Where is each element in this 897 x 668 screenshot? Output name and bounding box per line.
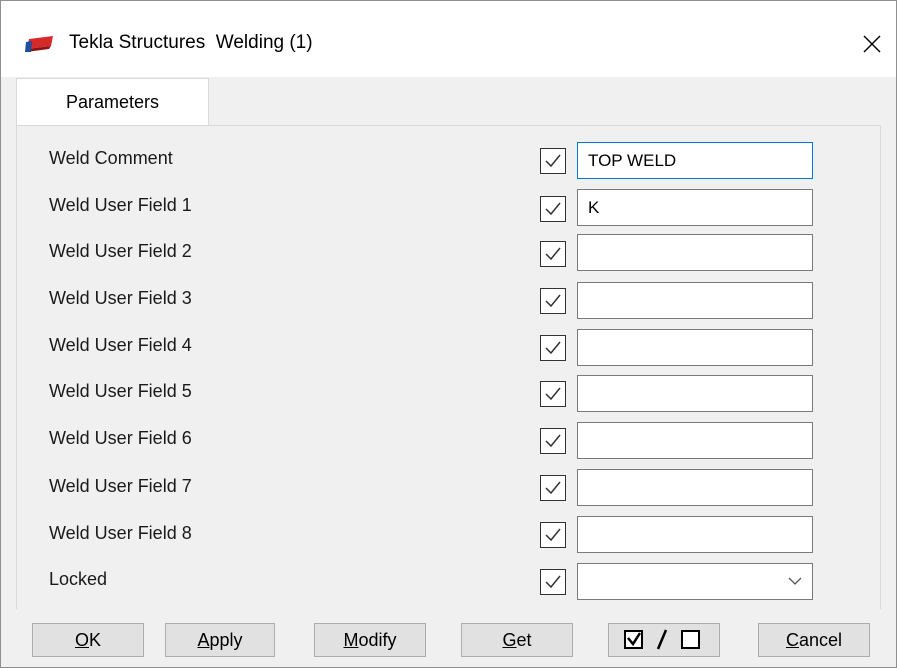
modify-mnemonic: M <box>343 629 359 650</box>
tab-label: Parameters <box>65 92 160 112</box>
close-icon <box>863 35 881 53</box>
locked-label: Locked <box>49 569 108 589</box>
checkmark-icon <box>545 247 561 261</box>
ok-mnemonic: O <box>74 629 89 650</box>
get-button[interactable]: Get <box>461 623 573 657</box>
cancel-mnemonic: C <box>785 629 799 650</box>
apply-button[interactable]: Apply <box>165 623 275 657</box>
weld-user-field-7-checkbox[interactable] <box>540 475 566 501</box>
weld-comment-label: Weld Comment <box>49 148 173 168</box>
weld-user-field-2-checkbox[interactable] <box>540 241 566 267</box>
weld-user-field-1-checkbox[interactable] <box>540 196 566 222</box>
ok-button[interactable]: OK <box>32 623 144 657</box>
checkmark-icon <box>545 387 561 401</box>
check-all-toggle-icon <box>624 629 700 650</box>
button-row: OK Apply Modify Get Cancel <box>1 609 896 667</box>
weld-user-field-2-label: Weld User Field 2 <box>49 241 192 261</box>
weld-user-field-1-input[interactable]: K <box>577 189 813 226</box>
tab-strip: Parameters <box>1 77 896 126</box>
tab-parameters[interactable]: Parameters <box>16 78 209 126</box>
weld-user-field-5-label: Weld User Field 5 <box>49 381 192 401</box>
weld-user-field-8-label: Weld User Field 8 <box>49 523 192 543</box>
modify-button[interactable]: Modify <box>314 623 426 657</box>
weld-user-field-3-checkbox[interactable] <box>540 288 566 314</box>
weld-user-field-4-input[interactable] <box>577 329 813 366</box>
checkmark-icon <box>545 341 561 355</box>
window-title: Tekla Structures Welding (1) <box>69 32 313 53</box>
weld-user-field-1-label: Weld User Field 1 <box>49 195 192 215</box>
cancel-label-rest: ancel <box>798 629 843 650</box>
weld-user-field-8-checkbox[interactable] <box>540 522 566 548</box>
weld-user-field-3-input[interactable] <box>577 282 813 319</box>
check-all-toggle-button[interactable] <box>608 623 720 657</box>
checkmark-icon <box>545 481 561 495</box>
welding-dialog: Tekla Structures Welding (1) Parameters … <box>0 0 897 668</box>
weld-user-field-3-label: Weld User Field 3 <box>49 288 192 308</box>
weld-user-field-6-checkbox[interactable] <box>540 428 566 454</box>
chevron-down-icon <box>788 577 802 585</box>
apply-label-rest: pply <box>209 629 243 650</box>
modify-label-rest: odify <box>358 629 397 650</box>
ok-label-rest: K <box>89 629 102 650</box>
weld-user-field-4-label: Weld User Field 4 <box>49 335 192 355</box>
get-mnemonic: G <box>502 629 517 650</box>
checkmark-icon <box>545 294 561 308</box>
weld-user-field-8-input[interactable] <box>577 516 813 553</box>
checkmark-icon <box>545 154 561 168</box>
locked-checkbox[interactable] <box>540 569 566 595</box>
locked-select[interactable] <box>577 563 813 600</box>
close-button[interactable] <box>849 21 895 67</box>
checkmark-icon <box>545 434 561 448</box>
weld-user-field-6-label: Weld User Field 6 <box>49 428 192 448</box>
checkmark-icon <box>545 575 561 589</box>
get-label-rest: et <box>516 629 532 650</box>
weld-user-field-5-input[interactable] <box>577 375 813 412</box>
weld-comment-input[interactable]: TOP WELD <box>577 142 813 179</box>
weld-user-field-5-checkbox[interactable] <box>540 381 566 407</box>
tekla-logo-icon <box>25 35 55 53</box>
apply-mnemonic: A <box>197 629 210 650</box>
weld-user-field-4-checkbox[interactable] <box>540 335 566 361</box>
weld-user-field-2-input[interactable] <box>577 234 813 271</box>
checkmark-icon <box>545 528 561 542</box>
cancel-button[interactable]: Cancel <box>758 623 870 657</box>
weld-user-field-7-input[interactable] <box>577 469 813 506</box>
weld-comment-checkbox[interactable] <box>540 148 566 174</box>
weld-user-field-7-label: Weld User Field 7 <box>49 476 192 496</box>
checkmark-icon <box>545 202 561 216</box>
title-bar: Tekla Structures Welding (1) <box>1 1 896 77</box>
weld-user-field-6-input[interactable] <box>577 422 813 459</box>
